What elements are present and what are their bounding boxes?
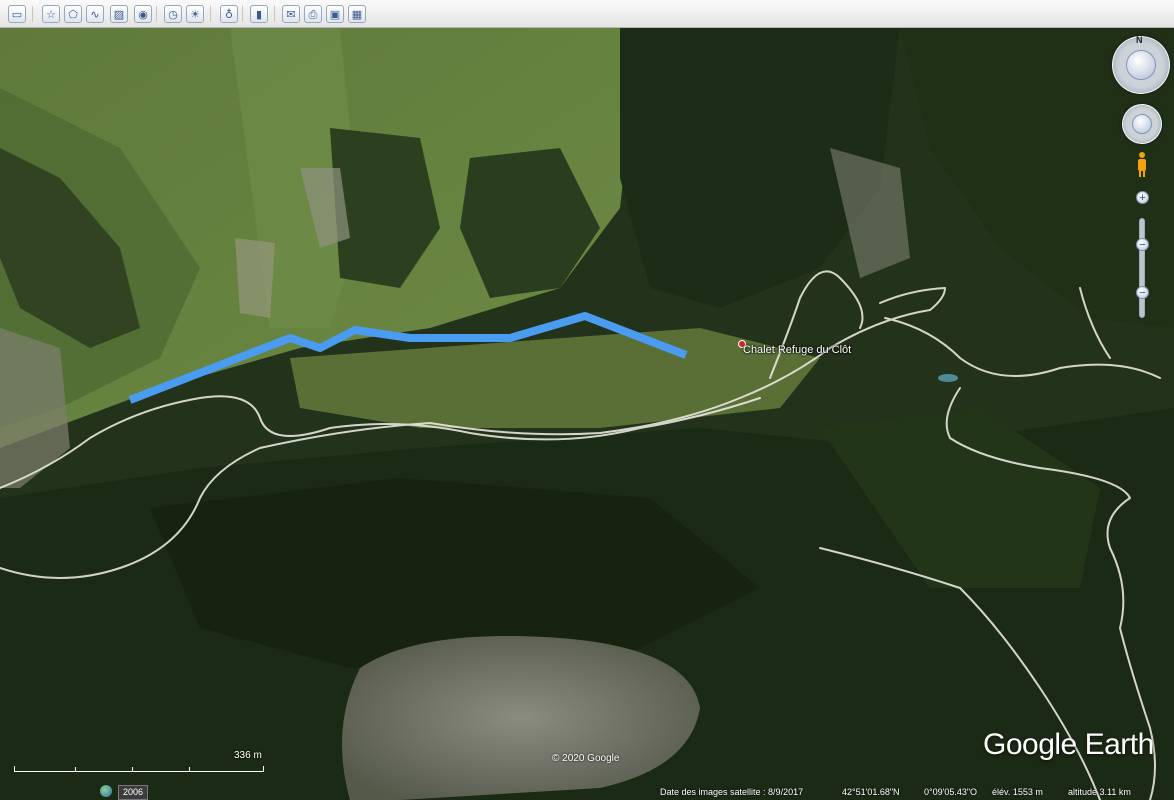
altitude-readout: altitude 3.11 km (1068, 787, 1131, 797)
record-tour-icon[interactable]: ◉ (134, 5, 152, 23)
zoom-slider-handle[interactable]: − (1136, 238, 1149, 251)
scale-bar (14, 766, 264, 772)
add-polygon-icon[interactable]: ⬠ (64, 5, 82, 23)
place-label[interactable]: Chalet Refuge du Clôt (743, 344, 851, 356)
look-center-icon[interactable] (1126, 50, 1156, 80)
main-toolbar: ▭ ☆ ⬠ ∿ ▨ ◉ ◷ ☀ ♁ ▮ ✉ ⎙ ▣ ▦ (0, 0, 1174, 28)
longitude-readout: 0°09'05.43"O (924, 787, 978, 797)
toolbar-separator (242, 6, 243, 22)
add-image-overlay-icon[interactable]: ▨ (110, 5, 128, 23)
north-indicator[interactable]: N (1136, 35, 1143, 45)
street-view-pegman-icon[interactable] (1137, 152, 1147, 178)
sunlight-icon[interactable]: ☀ (186, 5, 204, 23)
ruler-icon[interactable]: ▮ (250, 5, 268, 23)
toolbar-separator (32, 6, 33, 22)
scale-label: 336 m (234, 750, 262, 761)
zoom-slider-track[interactable] (1139, 218, 1145, 318)
elevation-readout: élév. 1553 m (992, 787, 1043, 797)
historical-imagery-icon[interactable]: ◷ (164, 5, 182, 23)
save-image-icon[interactable]: ▣ (326, 5, 344, 23)
map-view[interactable]: Chalet Refuge du Clôt N + − − © 2020 Goo… (0, 28, 1174, 800)
view-in-maps-icon[interactable]: ▦ (348, 5, 366, 23)
google-earth-logo: Google Earth (983, 728, 1154, 761)
zoom-out-button[interactable]: − (1136, 286, 1149, 299)
move-joystick[interactable] (1122, 104, 1162, 144)
switch-to-sky-icon[interactable]: ♁ (220, 5, 238, 23)
toolbar-separator (274, 6, 275, 22)
imagery-date: Date des images satellite : 8/9/2017 (660, 787, 804, 797)
toolbar-separator (210, 6, 211, 22)
status-bar: 2006 Date des images satellite : 8/9/201… (0, 781, 1174, 800)
copyright-text: © 2020 Google (552, 753, 620, 764)
add-placemark-icon[interactable]: ☆ (42, 5, 60, 23)
move-center-icon[interactable] (1132, 114, 1152, 134)
toolbar-separator (156, 6, 157, 22)
historical-imagery-globe-icon[interactable] (100, 785, 112, 797)
add-path-icon[interactable]: ∿ (86, 5, 104, 23)
satellite-terrain (0, 28, 1174, 800)
latitude-readout: 42°51'01.68"N (842, 787, 900, 797)
zoom-in-button[interactable]: + (1136, 191, 1149, 204)
sidebar-toggle-icon[interactable]: ▭ (8, 5, 26, 23)
imagery-year-badge[interactable]: 2006 (118, 785, 148, 800)
email-icon[interactable]: ✉ (282, 5, 300, 23)
look-joystick[interactable]: N (1112, 35, 1170, 94)
print-icon[interactable]: ⎙ (304, 5, 322, 23)
